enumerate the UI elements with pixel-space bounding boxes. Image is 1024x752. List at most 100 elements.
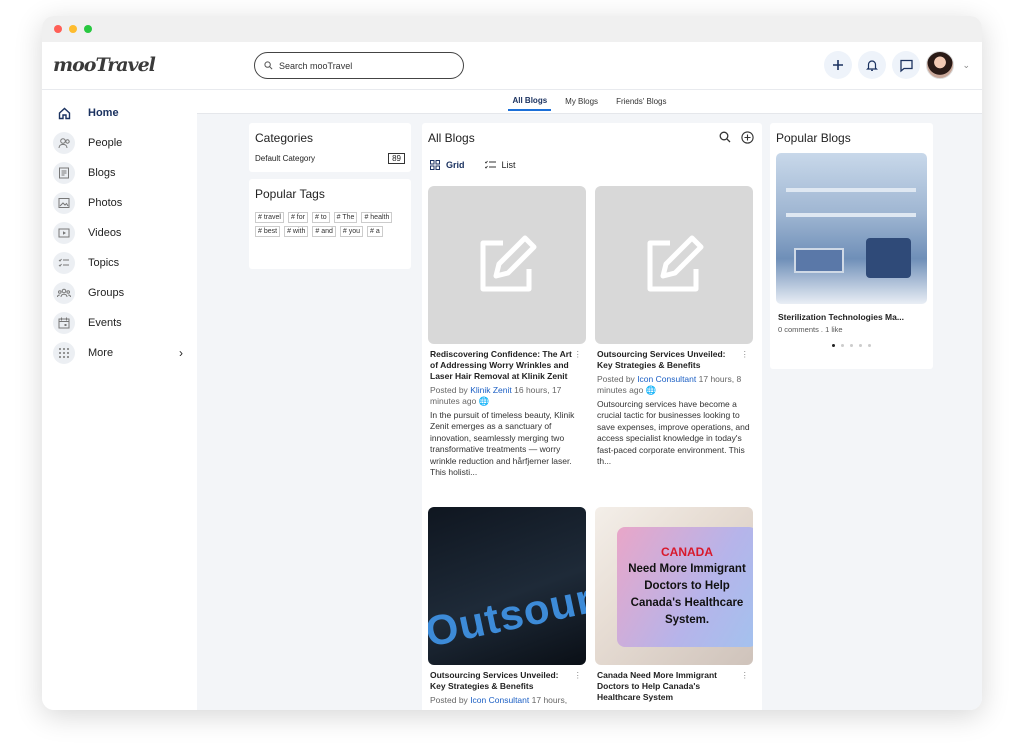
popular-tags-title: Popular Tags <box>255 187 325 201</box>
photos-icon <box>53 192 75 214</box>
view-list-tab[interactable]: List <box>484 160 516 170</box>
sidebar-item-people[interactable]: People <box>42 128 197 158</box>
blogs-icon <box>53 162 75 184</box>
edit-placeholder-icon <box>647 235 704 292</box>
more-icon <box>53 342 75 364</box>
plus-icon <box>833 60 844 70</box>
main-content: All Blogs My Blogs Friends' Blogs Catego… <box>197 90 982 710</box>
topics-icon <box>53 252 75 274</box>
close-window-button[interactable] <box>54 25 62 33</box>
sidebar-item-topics[interactable]: Topics <box>42 248 197 278</box>
site-logo[interactable]: mooTravel <box>53 54 156 76</box>
category-count: 89 <box>388 153 405 164</box>
carousel-dot[interactable] <box>859 344 862 347</box>
carousel-dot[interactable] <box>832 344 835 347</box>
post-thumbnail[interactable]: Outsourc <box>428 507 586 665</box>
search-input[interactable]: Search mooTravel <box>254 52 464 79</box>
tab-all-blogs[interactable]: All Blogs <box>508 92 552 111</box>
blog-post-card[interactable]: Outsourc Outsourcing Services Unveiled: … <box>428 507 586 706</box>
events-icon <box>53 312 75 334</box>
tag-list: # travel # for # to # The # health # best # wi… <box>255 212 405 237</box>
tab-friends-blogs[interactable]: Friends' Blogs <box>612 93 670 110</box>
post-author-link[interactable]: Icon Consultant <box>470 695 529 705</box>
popular-blog-meta: 0 comments . 1 like <box>778 325 843 334</box>
window-titlebar <box>42 16 982 42</box>
sidebar-item-label: Topics <box>88 257 120 269</box>
tag-chip[interactable]: # health <box>361 212 393 223</box>
post-author-link[interactable]: Icon Consultant <box>637 374 696 384</box>
edit-placeholder-icon <box>480 235 537 292</box>
kebab-menu-icon[interactable]: ⋮ <box>574 349 583 360</box>
category-item[interactable]: Default Category 89 <box>255 153 405 164</box>
tag-chip[interactable]: # best <box>255 226 281 237</box>
blog-post-card[interactable]: Outsourcing Services Unveiled: Key Strat… <box>595 186 753 467</box>
post-title[interactable]: Outsourcing Services Unveiled: Key Strat… <box>430 670 558 691</box>
videos-icon <box>53 222 75 244</box>
kebab-menu-icon[interactable]: ⋮ <box>574 670 583 681</box>
carousel-dot[interactable] <box>841 344 844 347</box>
categories-title: Categories <box>255 131 314 145</box>
thumbnail-image-heading: CANADA <box>661 545 713 559</box>
bell-icon <box>866 60 879 71</box>
post-posted-by: Posted by <box>597 374 635 384</box>
tag-chip[interactable]: # for <box>287 212 308 223</box>
kebab-menu-icon[interactable]: ⋮ <box>741 349 750 360</box>
sidebar-item-blogs[interactable]: Blogs <box>42 158 197 188</box>
post-title[interactable]: Outsourcing Services Unveiled: Key Strat… <box>597 349 725 370</box>
carousel-dot[interactable] <box>868 344 871 347</box>
sidebar: Home People Blogs Photos Videos Topics Groups E… <box>42 90 197 710</box>
sidebar-item-photos[interactable]: Photos <box>42 188 197 218</box>
maximize-window-button[interactable] <box>84 25 92 33</box>
popular-tags-card: Popular Tags # travel # for # to # The # hea… <box>249 179 411 269</box>
sidebar-item-label: Home <box>88 107 119 119</box>
search-icon[interactable] <box>719 131 731 143</box>
browser-window: mooTravel Search mooTravel ⌄ Home People B… <box>42 16 982 710</box>
user-avatar[interactable] <box>926 51 955 79</box>
all-blogs-panel: All Blogs Grid List Rediscovering Confid… <box>422 123 762 710</box>
sidebar-item-label: Groups <box>88 287 125 299</box>
chat-icon <box>900 59 913 72</box>
sidebar-item-groups[interactable]: Groups <box>42 278 197 308</box>
post-thumbnail[interactable] <box>428 186 586 344</box>
post-thumbnail[interactable] <box>595 186 753 344</box>
search-placeholder: Search mooTravel <box>279 60 353 71</box>
kebab-menu-icon[interactable]: ⋮ <box>741 670 750 681</box>
chevron-down-icon[interactable]: ⌄ <box>962 60 970 71</box>
tag-chip[interactable]: # The <box>333 212 358 223</box>
popular-blog-title[interactable]: Sterilization Technologies Ma... <box>778 312 925 322</box>
popular-blog-thumbnail[interactable] <box>776 153 927 304</box>
globe-icon: 🌐 <box>645 385 657 395</box>
add-circle-icon[interactable] <box>741 131 754 144</box>
popular-blogs-card: Popular Blogs Sterilization Technologies… <box>770 123 933 369</box>
sidebar-item-videos[interactable]: Videos <box>42 218 197 248</box>
tab-my-blogs[interactable]: My Blogs <box>561 93 602 110</box>
post-excerpt: Outsourcing services have become a cruci… <box>597 399 750 467</box>
sidebar-item-label: More <box>88 347 114 359</box>
post-thumbnail[interactable]: CANADA Need More Immigrant Doctors to He… <box>595 507 753 665</box>
category-name: Default Category <box>255 154 316 163</box>
minimize-window-button[interactable] <box>69 25 77 33</box>
view-grid-tab[interactable]: Grid <box>430 160 465 170</box>
tag-chip[interactable]: # a <box>367 226 383 237</box>
tag-chip[interactable]: # with <box>284 226 309 237</box>
tag-chip[interactable]: # and <box>312 226 336 237</box>
sidebar-item-home[interactable]: Home <box>42 98 197 128</box>
tag-chip[interactable]: # to <box>311 212 330 223</box>
tag-chip[interactable]: # you <box>339 226 364 237</box>
post-posted-by: Posted by <box>430 695 468 705</box>
blog-post-card[interactable]: Rediscovering Confidence: The Art of Add… <box>428 186 586 478</box>
sidebar-item-more[interactable]: More › <box>42 338 197 368</box>
search-icon <box>264 61 273 70</box>
post-author-link[interactable]: Klinik Zenit <box>470 385 512 395</box>
messages-button[interactable] <box>892 51 921 79</box>
post-title[interactable]: Canada Need More Immigrant Doctors to He… <box>597 670 717 702</box>
blog-post-card[interactable]: CANADA Need More Immigrant Doctors to He… <box>595 507 753 703</box>
thumbnail-image-text: Outsourc <box>428 569 586 656</box>
post-time: 17 hours, <box>531 695 568 705</box>
create-button[interactable] <box>824 51 853 79</box>
post-title[interactable]: Rediscovering Confidence: The Art of Add… <box>430 349 572 381</box>
carousel-dot[interactable] <box>850 344 853 347</box>
sidebar-item-events[interactable]: Events <box>42 308 197 338</box>
tag-chip[interactable]: # travel <box>255 212 284 223</box>
notifications-button[interactable] <box>858 51 887 79</box>
